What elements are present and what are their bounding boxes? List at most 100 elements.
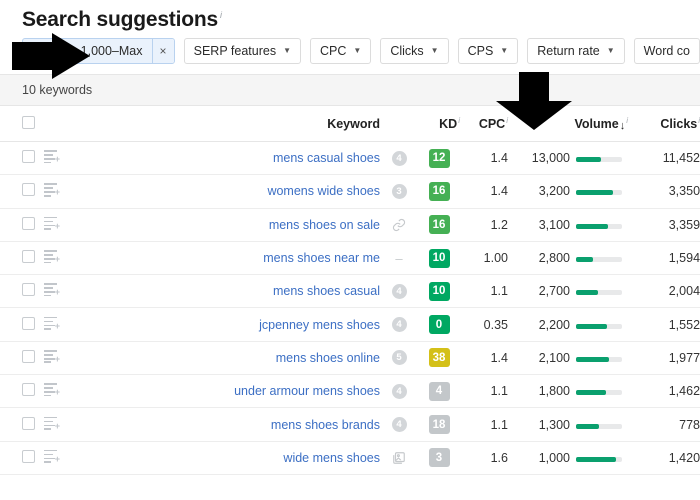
add-to-list-icon[interactable]: + xyxy=(44,183,60,197)
serp-features-count-cell[interactable]: 4 xyxy=(380,374,418,409)
add-to-list-cell[interactable]: + xyxy=(44,407,78,442)
keyword-cell[interactable]: wide mens shoes xyxy=(78,441,380,475)
table-row[interactable]: + mens casual shoes 4 12 1.4 13,000 11,452 xyxy=(0,141,700,176)
serp-features-count-cell[interactable]: 4 xyxy=(380,141,418,176)
cpc-info-icon[interactable]: i xyxy=(506,116,508,125)
serp-features-badge[interactable]: 4 xyxy=(391,417,407,433)
table-row[interactable]: + jcpenney mens shoes 4 0 0.35 2,200 1,552 xyxy=(0,307,700,342)
keyword-link[interactable]: under armour mens shoes xyxy=(234,384,380,398)
add-to-list-icon[interactable]: + xyxy=(44,150,60,164)
add-to-list-icon[interactable]: + xyxy=(44,283,60,297)
header-cpc[interactable]: CPCi xyxy=(460,106,508,142)
keyword-link[interactable]: mens shoes casual xyxy=(273,284,380,298)
table-row[interactable]: + under armour mens shoes 4 4 1.1 1,800 1,462 xyxy=(0,374,700,409)
add-to-list-cell[interactable]: + xyxy=(44,441,78,475)
table-row[interactable]: + mens shoes on sale 16 1.2 3,100 3,359 xyxy=(0,208,700,242)
keyword-cell[interactable]: mens shoes on sale xyxy=(78,208,380,242)
serp-features-count-cell[interactable]: 3 xyxy=(380,174,418,209)
serp-features-link-cell[interactable] xyxy=(380,208,418,242)
filter-serp-features-button[interactable]: SERP features ▼ xyxy=(183,38,301,64)
keyword-cell[interactable]: mens shoes online xyxy=(78,341,380,376)
row-checkbox[interactable] xyxy=(22,383,35,397)
add-to-list-icon[interactable]: + xyxy=(44,416,60,430)
volume-cell: 2,200 xyxy=(508,307,570,342)
serp-features-count-cell[interactable]: 4 xyxy=(380,307,418,342)
keyword-cell[interactable]: womens wide shoes xyxy=(78,174,380,209)
keyword-link[interactable]: mens shoes near me xyxy=(263,251,380,265)
add-to-list-cell[interactable]: + xyxy=(44,307,78,342)
add-to-list-icon[interactable]: + xyxy=(44,449,60,463)
serp-features-badge[interactable]: 4 xyxy=(391,150,407,166)
header-keyword[interactable]: Keyword xyxy=(78,106,380,142)
filter-chip-volume-remove-icon[interactable]: × xyxy=(151,39,174,63)
row-checkbox[interactable] xyxy=(22,250,35,264)
header-kd[interactable]: KDi xyxy=(418,106,460,142)
keyword-link[interactable]: mens casual shoes xyxy=(273,151,380,165)
add-to-list-icon[interactable]: + xyxy=(44,316,60,330)
select-all-checkbox[interactable] xyxy=(22,116,35,129)
filter-word-count-button[interactable]: Word co xyxy=(633,38,700,64)
keyword-link[interactable]: mens shoes brands xyxy=(271,418,380,432)
keyword-link[interactable]: womens wide shoes xyxy=(267,184,380,198)
serp-features-count-cell[interactable]: 5 xyxy=(380,341,418,376)
filter-cps-button[interactable]: CPS ▼ xyxy=(457,38,519,64)
header-clicks[interactable]: Clicks i xyxy=(628,106,700,142)
serp-features-count-cell[interactable]: 4 xyxy=(380,274,418,309)
keyword-link[interactable]: mens shoes on sale xyxy=(269,218,380,232)
serp-features-badge[interactable]: 3 xyxy=(391,183,407,199)
add-to-list-cell[interactable]: + xyxy=(44,341,78,376)
row-checkbox[interactable] xyxy=(22,416,35,430)
row-checkbox[interactable] xyxy=(22,216,35,230)
filter-return-rate-button[interactable]: Return rate ▼ xyxy=(527,38,625,64)
add-to-list-cell[interactable]: + xyxy=(44,208,78,242)
add-to-list-icon[interactable]: + xyxy=(44,349,60,363)
keyword-cell[interactable]: under armour mens shoes xyxy=(78,374,380,409)
serp-features-count-cell[interactable]: 4 xyxy=(380,407,418,442)
volume-info-icon[interactable]: i xyxy=(626,116,628,125)
table-row[interactable]: + mens shoes online 5 38 1.4 2,100 1,977 xyxy=(0,341,700,376)
row-checkbox[interactable] xyxy=(22,183,35,197)
image-icon[interactable] xyxy=(392,451,406,465)
add-to-list-icon[interactable]: + xyxy=(44,383,60,397)
add-to-list-cell[interactable]: + xyxy=(44,374,78,409)
keyword-cell[interactable]: mens shoes casual xyxy=(78,274,380,309)
add-to-list-icon[interactable]: + xyxy=(44,250,60,264)
filter-chip-volume[interactable]: Volume: 1,000–Max × xyxy=(22,38,175,64)
cpc-cell: 1.4 xyxy=(460,341,508,376)
add-to-list-icon[interactable]: + xyxy=(44,216,60,230)
keyword-link[interactable]: jcpenney mens shoes xyxy=(259,318,380,332)
add-to-list-cell[interactable]: + xyxy=(44,274,78,309)
kd-info-icon[interactable]: i xyxy=(458,116,460,125)
serp-features-badge[interactable]: 4 xyxy=(391,383,407,399)
filter-clicks-button[interactable]: Clicks ▼ xyxy=(380,38,449,64)
kd-cell: 0 xyxy=(418,307,460,342)
add-to-list-cell[interactable]: + xyxy=(44,141,78,176)
keyword-cell[interactable]: jcpenney mens shoes xyxy=(78,307,380,342)
serp-features-badge[interactable]: 4 xyxy=(391,317,407,333)
row-checkbox[interactable] xyxy=(22,150,35,164)
keyword-cell[interactable]: mens casual shoes xyxy=(78,141,380,176)
keyword-cell[interactable]: mens shoes near me xyxy=(78,241,380,276)
serp-features-image-cell[interactable] xyxy=(380,441,418,475)
row-checkbox[interactable] xyxy=(22,283,35,297)
page-title-info-icon[interactable]: i xyxy=(220,10,222,20)
add-to-list-cell[interactable]: + xyxy=(44,241,78,276)
sort-descending-icon[interactable]: ↓ xyxy=(620,120,626,132)
row-checkbox[interactable] xyxy=(22,316,35,330)
row-checkbox[interactable] xyxy=(22,349,35,363)
serp-features-badge[interactable]: 4 xyxy=(391,283,407,299)
table-row[interactable]: + womens wide shoes 3 16 1.4 3,200 3,350 xyxy=(0,174,700,209)
table-row[interactable]: + mens shoes brands 4 18 1.1 1,300 778 xyxy=(0,407,700,442)
table-row[interactable]: + mens shoes near me – 10 1.00 2,800 1,594 xyxy=(0,241,700,276)
add-to-list-cell[interactable]: + xyxy=(44,174,78,209)
keyword-link[interactable]: wide mens shoes xyxy=(283,451,380,465)
keyword-link[interactable]: mens shoes online xyxy=(276,351,380,365)
table-row[interactable]: + mens shoes casual 4 10 1.1 2,700 2,004 xyxy=(0,274,700,309)
keyword-cell[interactable]: mens shoes brands xyxy=(78,407,380,442)
link-icon[interactable] xyxy=(392,218,406,232)
row-checkbox[interactable] xyxy=(22,449,35,463)
serp-features-badge[interactable]: 5 xyxy=(391,350,407,366)
filter-cpc-button[interactable]: CPC ▼ xyxy=(310,38,372,64)
table-row[interactable]: + wide mens shoes 3 1.6 1,000 1,420 xyxy=(0,441,700,475)
header-volume[interactable]: Volume↓i xyxy=(508,106,629,142)
